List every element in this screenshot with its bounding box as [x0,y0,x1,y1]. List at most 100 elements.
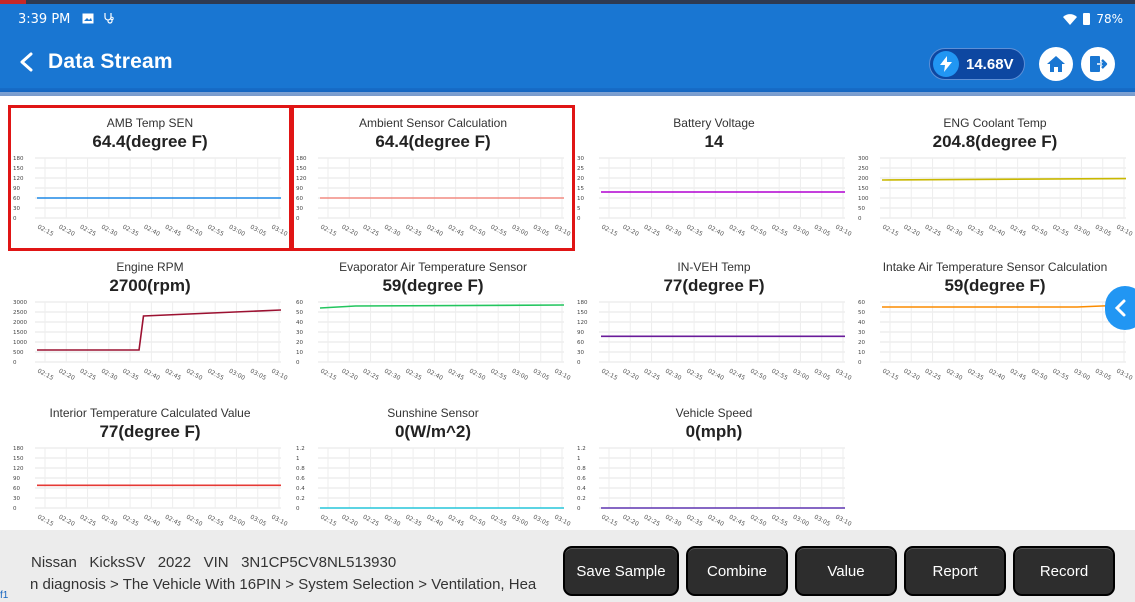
x-tick-label: 03:00 [228,514,247,528]
data-stream-panel[interactable]: IN-VEH Temp 77(degree F) 180 150 120 90 60 30 0 0… [575,252,853,392]
y-tick-label: 50 [296,310,303,316]
home-button[interactable] [1039,47,1073,81]
screen: { "status_bar": { "time": "3:39 PM", "ba… [0,0,1135,602]
stethoscope-icon [104,13,115,24]
panel-parameter-name: Ambient Sensor Calculation [358,116,508,130]
x-tick-label: 02:25 [643,224,662,238]
x-tick-label: 02:25 [79,224,98,238]
x-tick-label: 03:00 [1073,224,1092,238]
panel-line-chart: 180 150 120 90 60 30 0 02:15 02:20 02:25 02:30 02:3… [577,300,853,382]
report-button[interactable]: Report [904,546,1006,596]
footer-bar: Nissan KicksSV 2022 VIN 3N1CP5CV8NL51393… [0,530,1135,602]
y-tick-label: 0 [858,216,862,222]
x-tick-label: 02:20 [340,514,359,528]
y-tick-label: 120 [13,466,24,472]
y-tick-label: 120 [296,176,307,182]
x-tick-label: 02:20 [621,224,640,238]
y-tick-label: 0 [296,216,300,222]
exit-button[interactable] [1081,47,1115,81]
x-tick-label: 02:20 [621,368,640,382]
panel-line-chart: 180 150 120 90 60 30 0 02:15 02:20 02:25 02:30 02:3… [13,156,289,238]
data-stream-panel[interactable]: ENG Coolant Temp 204.8(degree F) 300 250 200… [856,108,1134,248]
y-tick-label: 150 [13,166,24,172]
y-tick-label: 10 [577,196,584,202]
x-tick-label: 02:15 [319,224,338,238]
panel-line-chart: 605040302010002:15 02:20 02:25 02:30 02:35 02… [858,300,1134,382]
value-button[interactable]: Value [795,546,897,596]
x-tick-label: 02:20 [902,368,921,382]
y-tick-label: 90 [296,186,303,192]
x-tick-label: 03:10 [270,368,289,382]
y-tick-label: 150 [858,186,869,192]
x-tick-label: 02:50 [1030,224,1049,238]
data-stream-panel[interactable]: Interior Temperature Calculated Value 77(… [11,398,289,538]
y-tick-label: 250 [858,166,869,172]
x-tick-label: 03:05 [249,224,268,238]
y-tick-label: 50 [858,310,865,316]
combine-button[interactable]: Combine [686,546,788,596]
y-tick-label: 180 [13,156,24,162]
y-tick-label: 25 [577,166,584,172]
y-tick-label: 0.8 [296,466,305,472]
panel-parameter-name: Vehicle Speed [675,406,753,420]
panel-parameter-name: Intake Air Temperature Sensor Calculatio… [882,260,1108,274]
y-tick-label: 20 [858,340,865,346]
y-tick-label: 300 [858,156,869,162]
x-tick-label: 03:10 [553,514,572,528]
x-tick-label: 02:50 [185,368,204,382]
corner-mark: f1 [0,590,9,601]
x-tick-label: 02:40 [142,224,161,238]
y-tick-label: 0 [577,360,581,366]
data-stream-panel[interactable]: Engine RPM 2700(rpm) 3000 2500 2000 1500 1000 5… [11,252,289,392]
battery-icon [1083,13,1091,25]
x-tick-label: 02:55 [770,514,789,528]
x-tick-label: 02:40 [987,368,1006,382]
x-tick-label: 02:35 [404,224,423,238]
y-tick-label: 100 [858,196,869,202]
vehicle-info: Nissan KicksSV 2022 VIN 3N1CP5CV8NL51393… [31,554,397,571]
series-line [37,309,282,351]
y-tick-label: 10 [858,350,865,356]
y-tick-label: 150 [577,310,588,316]
x-tick-label: 02:15 [600,368,619,382]
header-shadow [0,88,1135,96]
x-tick-label: 02:30 [383,514,402,528]
x-tick-label: 03:00 [792,224,811,238]
x-tick-label: 02:55 [206,224,225,238]
data-stream-panel[interactable]: Intake Air Temperature Sensor Calculatio… [856,252,1134,392]
x-tick-label: 02:35 [685,368,704,382]
status-right-group: 78% [1063,12,1123,26]
data-stream-panel[interactable]: AMB Temp SEN 64.4(degree F) 180 150 120 90 60 3… [8,105,292,251]
y-tick-label: 1000 [13,340,27,346]
data-stream-panel[interactable]: Vehicle Speed 0(mph) 1.2 1 0.8 0.6 0.4 0.2 0 02:1… [575,398,853,538]
x-tick-label: 03:10 [834,514,853,528]
data-stream-panel[interactable]: Ambient Sensor Calculation 64.4(degree F)… [291,105,575,251]
x-tick-label: 02:15 [319,368,338,382]
y-tick-label: 0 [13,216,17,222]
x-tick-label: 02:55 [770,224,789,238]
data-stream-panel[interactable]: Sunshine Sensor 0(W/m^2) 1.2 1 0.8 0.6 0.4 0.2 0… [294,398,572,538]
x-tick-label: 02:40 [425,224,444,238]
x-tick-label: 02:45 [447,368,466,382]
x-tick-label: 02:55 [1051,368,1070,382]
x-tick-label: 02:40 [987,224,1006,238]
back-chevron-icon[interactable] [16,51,38,73]
y-tick-label: 0 [577,506,581,512]
series-line [319,304,565,309]
save-sample-button[interactable]: Save Sample [563,546,679,596]
data-stream-panel[interactable]: Evaporator Air Temperature Sensor 59(degr… [294,252,572,392]
x-tick-label: 02:15 [600,514,619,528]
x-tick-label: 02:25 [924,224,943,238]
side-drawer-tab[interactable] [1105,286,1135,330]
x-tick-label: 02:55 [206,514,225,528]
panel-parameter-name: AMB Temp SEN [106,116,194,130]
panel-parameter-name: Interior Temperature Calculated Value [49,406,251,420]
panel-line-chart: 30252015105002:15 02:20 02:25 02:30 02:35 02:… [577,156,853,238]
y-tick-label: 30 [577,156,584,162]
data-stream-panel[interactable]: Battery Voltage 14 30 25 20 15 10 5 0 02:15 02:20 0… [575,108,853,248]
x-tick-label: 02:30 [383,224,402,238]
x-tick-label: 02:50 [749,224,768,238]
y-tick-label: 0 [858,360,862,366]
x-tick-label: 02:35 [121,514,140,528]
record-button[interactable]: Record [1013,546,1115,596]
